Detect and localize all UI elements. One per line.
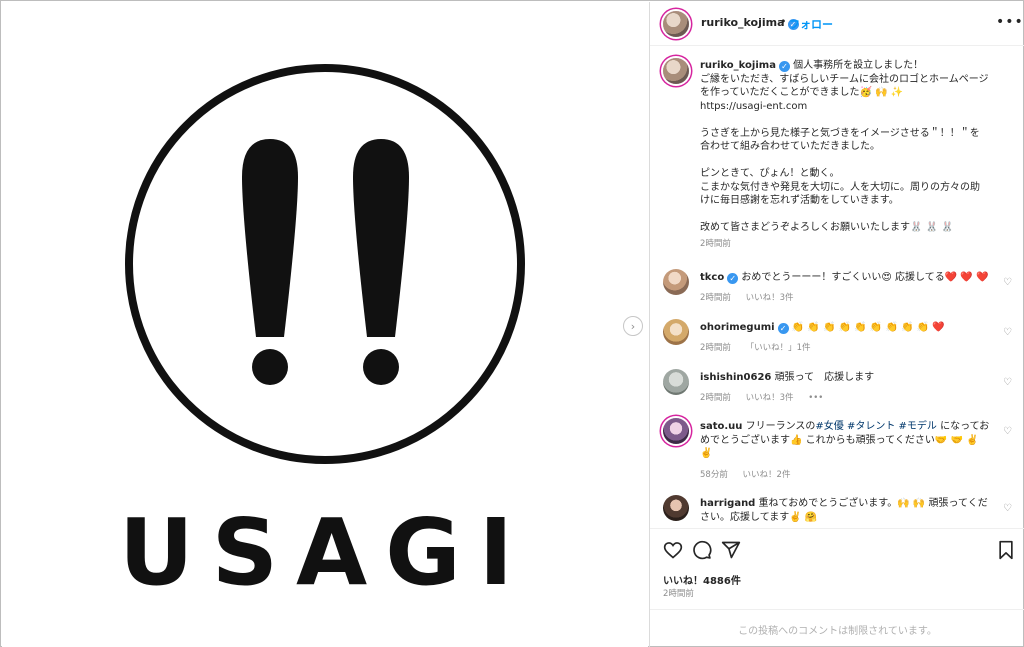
heart-icon[interactable]: ♡ xyxy=(1003,277,1012,288)
action-bar: いいね！4886件 2時間前 この投稿へのコメントは制限されています。 xyxy=(650,528,1024,647)
comment-likes[interactable]: いいね！2件 xyxy=(743,470,791,480)
logo-text: USAGI xyxy=(119,499,531,606)
author-username[interactable]: ruriko_kojima xyxy=(701,16,785,29)
post-header: ruriko_kojima ✓ • フォロー ••• xyxy=(650,2,1024,46)
post-timestamp[interactable]: 2時間前 xyxy=(663,587,694,599)
caption-line: うさぎを上から見た様子と気づきをイメージさせる＂！！＂を xyxy=(700,127,980,139)
exclamation-dot-right xyxy=(363,349,399,385)
commenter-avatar[interactable] xyxy=(663,369,689,395)
heart-icon[interactable]: ♡ xyxy=(1003,327,1012,338)
commenter-avatar[interactable] xyxy=(663,269,689,295)
logo-circle xyxy=(125,64,525,464)
post-dialog: USAGI › ruriko_kojima ✓ • フォロー ••• ruriko… xyxy=(0,0,1024,647)
comment-text: になってお xyxy=(940,421,990,432)
verified-icon: ✓ xyxy=(727,273,739,284)
caption-username[interactable]: ruriko_kojima xyxy=(700,60,776,71)
usagi-logo: USAGI xyxy=(119,64,531,606)
commenter-avatar[interactable] xyxy=(663,319,689,345)
comment-text: おめでとうーーー！すごくいい😍 応援してる❤️ ❤️ ❤️ xyxy=(741,272,989,283)
comment-text: ✌️ xyxy=(700,448,713,459)
exclamation-bar-left xyxy=(242,139,298,337)
header-separator: • xyxy=(780,15,787,28)
caption-line: を作っていただくことができました🥳 🙌 ✨ xyxy=(700,87,904,98)
share-icon[interactable] xyxy=(721,540,741,560)
caption-line: 合わせて組み合わせていただきました。 xyxy=(700,141,880,152)
commenter-username[interactable]: tkco xyxy=(700,272,724,283)
comment-hashtags[interactable]: #女優 #タレント #モデル xyxy=(815,421,937,432)
comment-options-icon[interactable]: ••• xyxy=(808,393,823,403)
caption-line: けに毎日感謝を忘れず活動をしていきます。 xyxy=(700,195,899,206)
comment-text: 👏 👏 👏 👏 👏 👏 👏 👏 👏 ❤️ xyxy=(791,322,945,333)
comments-restricted-notice: この投稿へのコメントは制限されています。 xyxy=(650,609,1024,647)
commenter-avatar[interactable] xyxy=(663,495,689,521)
caption-line: こまかな気付きや発見を大切に。人を大切に。周りの方々の助 xyxy=(700,181,980,193)
post-image: USAGI › xyxy=(2,2,648,647)
exclamation-dot-left xyxy=(252,349,288,385)
caption-link[interactable]: https://usagi-ent.com xyxy=(700,100,1005,114)
comment-time[interactable]: 2時間前 xyxy=(700,293,731,303)
comment-likes[interactable]: いいね！3件 xyxy=(746,293,794,303)
commenter-username[interactable]: ohorimegumi xyxy=(700,322,775,333)
post-side-panel: ruriko_kojima ✓ • フォロー ••• ruriko_kojima ✓… xyxy=(649,2,1024,647)
caption-line: 個人事務所を設立しました！ xyxy=(793,60,924,71)
commenter-username[interactable]: ishishin0626 xyxy=(700,372,771,383)
comment-text: さい。応援してます✌️ 🤗 xyxy=(700,511,818,523)
caption-line: 改めて皆さまどうぞよろしくお願いいたします🐰 🐰 🐰 xyxy=(700,222,954,233)
comment-time[interactable]: 58分前 xyxy=(700,470,728,480)
heart-icon[interactable]: ♡ xyxy=(1003,377,1012,388)
caption-line: ご縁をいただき、すばらしいチームに会社のロゴとホームページ xyxy=(700,73,989,85)
comment-item: tkco ✓ おめでとうーーー！すごくいい😍 応援してる❤️ ❤️ ❤️ 2時間前… xyxy=(663,269,1018,309)
like-count[interactable]: いいね！4886件 xyxy=(663,572,741,587)
comment-item: ishishin0626 頑張って 応援します 2時間前 いいね！3件 ••• … xyxy=(663,369,1018,409)
commenter-avatar[interactable] xyxy=(663,418,689,444)
heart-icon[interactable] xyxy=(663,540,683,560)
author-avatar[interactable] xyxy=(663,11,689,37)
comment-icon[interactable] xyxy=(692,540,712,560)
commenter-username[interactable]: sato.uu xyxy=(700,421,742,432)
heart-icon[interactable]: ♡ xyxy=(1003,503,1012,514)
comment-text: フリーランスの xyxy=(745,421,816,432)
verified-icon: ✓ xyxy=(778,61,790,72)
comment-item: harrigand 重ねておめでとうございます。🙌 🙌 頑張ってくだ さい。応援… xyxy=(663,495,1018,527)
next-image-button[interactable]: › xyxy=(623,316,643,336)
caption-timestamp[interactable]: 2時間前 xyxy=(700,238,1005,252)
comment-text: 頑張って 応援します xyxy=(774,372,875,383)
heart-icon[interactable]: ♡ xyxy=(1003,426,1012,437)
commenter-username[interactable]: harrigand xyxy=(700,498,755,509)
comment-likes[interactable]: いいね！3件 xyxy=(746,393,794,403)
caption-avatar[interactable] xyxy=(663,58,689,84)
more-icon[interactable]: ••• xyxy=(996,14,1024,30)
comment-item: ohorimegumi ✓ 👏 👏 👏 👏 👏 👏 👏 👏 👏 ❤️ 2時間前 「… xyxy=(663,319,1018,359)
comment-text: めでとうございます👍 これからも頑張ってください🤝 🤝 ✌️ xyxy=(700,434,979,446)
comment-time[interactable]: 2時間前 xyxy=(700,343,731,353)
follow-button[interactable]: フォロー xyxy=(789,16,833,32)
chevron-right-icon: › xyxy=(630,319,636,333)
comment-text: 重ねておめでとうございます。🙌 🙌 頑張ってくだ xyxy=(758,498,988,509)
exclamation-bar-right xyxy=(353,139,409,337)
comment-item: sato.uu フリーランスの#女優 #タレント #モデル になってお めでとう… xyxy=(663,418,1018,482)
comments-scroll-area[interactable]: ruriko_kojima ✓ 個人事務所を設立しました！ ご縁をいただき、すばら… xyxy=(650,47,1024,527)
comment-time[interactable]: 2時間前 xyxy=(700,393,731,403)
comment-likes[interactable]: 「いいね！」1件 xyxy=(746,343,811,353)
bookmark-icon[interactable] xyxy=(997,540,1015,560)
caption-line: ピンときて、ぴょん！と動く。 xyxy=(700,168,840,179)
verified-icon: ✓ xyxy=(777,323,789,334)
